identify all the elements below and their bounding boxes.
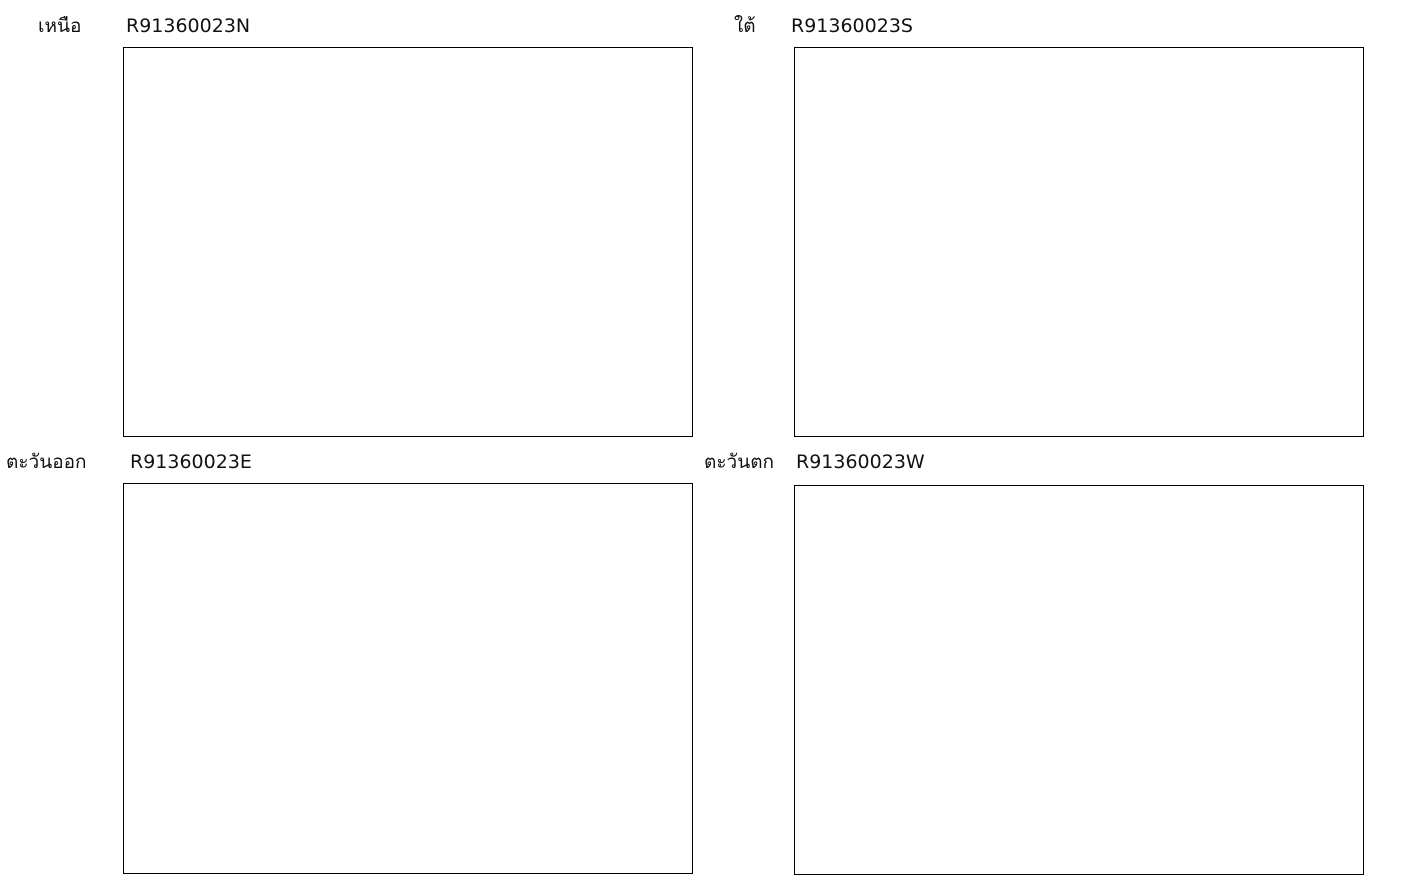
north-direction-label: เหนือ [38,15,82,37]
east-photo-frame [123,483,693,874]
north-photo-frame [123,47,693,437]
north-photo-code: R91360023N [126,15,251,37]
west-direction-label: ตะวันตก [704,451,775,473]
east-direction-label: ตะวันออก [6,451,87,473]
east-photo-code: R91360023E [130,451,252,473]
south-photo-code: R91360023S [791,15,913,37]
south-direction-label: ใต้ [734,15,756,37]
south-photo-frame [794,47,1364,437]
west-photo-frame [794,485,1364,875]
west-photo-code: R91360023W [796,451,925,473]
